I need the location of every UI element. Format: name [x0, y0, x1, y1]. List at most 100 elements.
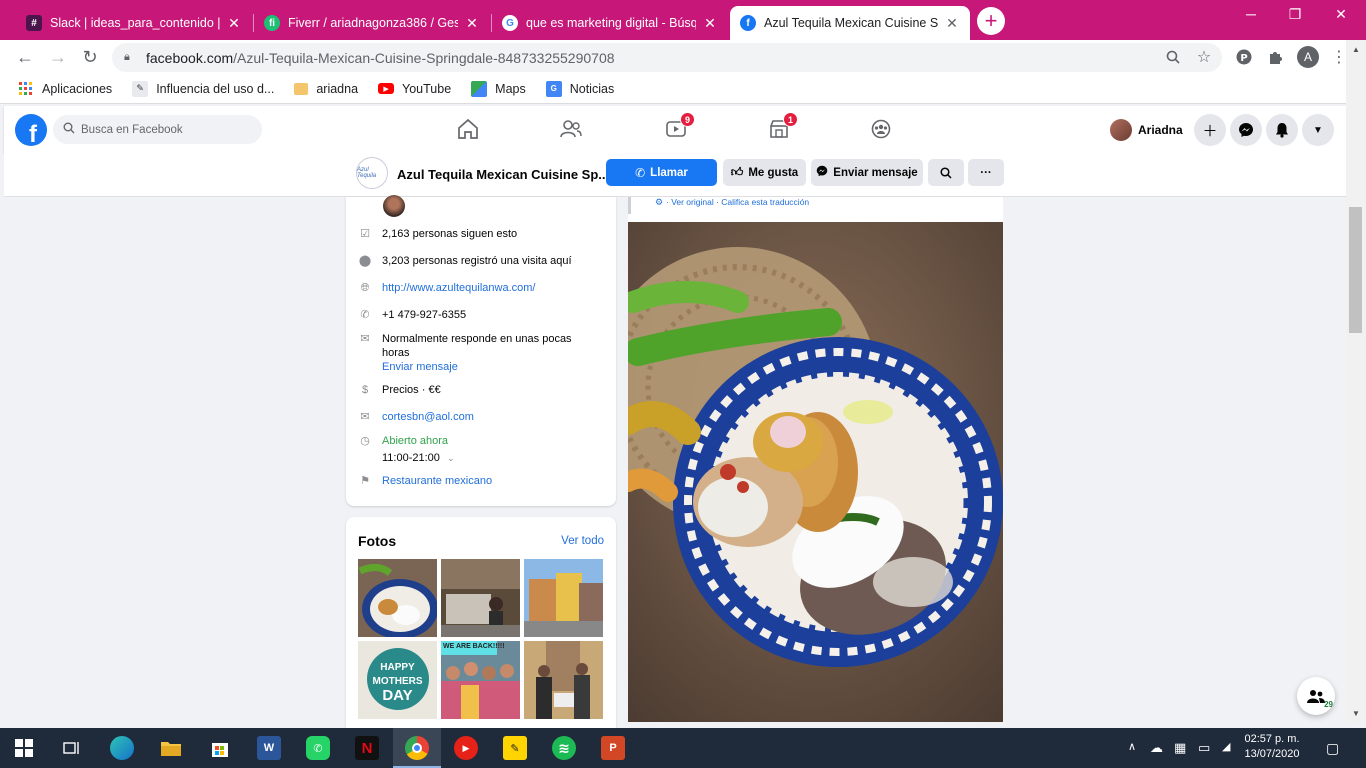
website-link[interactable]: http://www.azultequilanwa.com/	[382, 281, 535, 295]
netflix-icon[interactable]: N	[355, 736, 379, 760]
maps-icon	[471, 80, 488, 97]
wifi-icon[interactable]: ◢	[1222, 740, 1230, 753]
bookmark-label: ariadna	[316, 81, 359, 96]
page-avatar[interactable]: Azul Tequila	[356, 157, 388, 189]
close-tab-icon[interactable]: ✕	[702, 15, 718, 32]
facebook-search-input[interactable]: Busca en Facebook	[53, 115, 262, 144]
system-clock[interactable]: 02:57 p. m. 13/07/2020	[1232, 732, 1312, 762]
bookmark-noticias[interactable]: G Noticias	[545, 80, 615, 97]
photo-thumbnail[interactable]	[358, 559, 437, 637]
profile-avatar[interactable]: A	[1297, 46, 1319, 68]
google-icon: G	[502, 15, 518, 31]
powerpoint-icon[interactable]: P	[601, 736, 625, 760]
hours-dropdown[interactable]: 11:00-21:00 ⌄	[382, 451, 455, 465]
bookmark-ariadna[interactable]: ariadna	[294, 82, 358, 96]
friends-icon[interactable]	[556, 116, 586, 142]
edge-icon[interactable]	[110, 736, 134, 760]
chrome-icon[interactable]	[405, 736, 429, 760]
email-link[interactable]: cortesbn@aol.com	[382, 410, 474, 424]
clock-time: 02:57 p. m.	[1244, 733, 1300, 745]
url-host: facebook.com	[146, 49, 234, 66]
website-row: 🌐︎ http://www.azultequilanwa.com/	[358, 281, 536, 295]
photo-thumbnail[interactable]	[524, 559, 603, 637]
close-tab-icon[interactable]: ✕	[226, 15, 242, 32]
network-icon[interactable]: ▦	[1174, 740, 1186, 756]
bookmark-influencia[interactable]: ✎ Influencia del uso d...	[132, 80, 274, 97]
watch-icon[interactable]: 9	[661, 112, 695, 142]
tray-chevron-up-icon[interactable]: ∧	[1128, 740, 1136, 753]
user-profile-chip[interactable]: Ariadna	[1110, 116, 1183, 144]
store-icon[interactable]	[208, 736, 232, 760]
bookmark-apps[interactable]: Aplicaciones	[18, 81, 112, 97]
photo-thumbnail[interactable]	[524, 641, 603, 719]
scroll-thumb[interactable]	[1349, 207, 1362, 333]
whatsapp-icon[interactable]: ✆	[306, 736, 330, 760]
back-arrow-icon[interactable]: ←	[13, 45, 37, 69]
windows-start-icon[interactable]	[12, 736, 36, 760]
messenger-icon[interactable]	[1230, 114, 1262, 146]
word-icon[interactable]: W	[257, 736, 281, 760]
create-plus-icon[interactable]: ＋	[1194, 114, 1226, 146]
contacts-button[interactable]: 29	[1297, 677, 1335, 715]
home-icon[interactable]	[453, 116, 483, 142]
tab-fiverr[interactable]: fi Fiverr / ariadnagonza386 / Gestió ✕	[254, 6, 490, 40]
bookmark-youtube[interactable]: ▶ YouTube	[378, 82, 451, 96]
photo-caption: WE ARE BACK!!!!!	[443, 643, 505, 650]
send-message-button[interactable]: Enviar mensaje	[811, 159, 923, 186]
fiverr-icon: fi	[264, 15, 280, 31]
task-view-icon[interactable]	[60, 736, 84, 760]
sticky-notes-icon[interactable]: ✎	[503, 736, 527, 760]
reload-icon[interactable]: ↻	[78, 45, 102, 69]
forward-arrow-icon[interactable]: →	[46, 45, 70, 69]
notification-center-icon[interactable]: ▢	[1326, 740, 1339, 757]
extensions-puzzle-icon[interactable]	[1265, 46, 1287, 68]
like-button[interactable]: 👍︎ Me gusta	[723, 159, 806, 186]
youtube-music-icon[interactable]: ▶	[454, 736, 478, 760]
new-tab-button[interactable]: +	[977, 7, 1005, 35]
notifications-bell-icon[interactable]	[1266, 114, 1298, 146]
bookmark-maps[interactable]: Maps	[471, 80, 526, 97]
apps-grid-icon	[18, 81, 34, 97]
close-tab-icon[interactable]: ✕	[464, 15, 480, 32]
price-row: $ Precios · €€	[358, 383, 441, 397]
dollar-icon: $	[361, 384, 369, 396]
pinterest-icon[interactable]: P	[1233, 46, 1255, 68]
scroll-down-arrow-icon[interactable]: ▼	[1346, 706, 1366, 720]
tab-slack[interactable]: # Slack | ideas_para_contenido | Cie ✕	[16, 6, 252, 40]
call-button[interactable]: ✆ Llamar	[606, 159, 717, 186]
photo-thumbnail[interactable]	[441, 559, 520, 637]
onedrive-cloud-icon[interactable]: ☁	[1150, 740, 1163, 756]
photo-thumbnail[interactable]: HAPPY MOTHERS DAY	[358, 641, 437, 719]
more-options-button[interactable]: ···	[968, 159, 1004, 186]
scroll-up-arrow-icon[interactable]: ▲	[1346, 42, 1366, 56]
address-bar[interactable]: 🔒︎ facebook.com/Azul-Tequila-Mexican-Cui…	[112, 43, 1222, 72]
bookmark-star-icon[interactable]: ☆	[1193, 46, 1215, 68]
send-message-link[interactable]: Enviar mensaje	[382, 360, 572, 374]
phone-icon: ✆	[360, 309, 370, 321]
page-search-button[interactable]	[928, 159, 964, 186]
see-all-photos-link[interactable]: Ver todo	[561, 535, 604, 547]
translation-links[interactable]: · Ver original · Califica esta traducció…	[666, 197, 809, 207]
spotify-icon[interactable]: ≋	[552, 736, 576, 760]
photo-thumbnail[interactable]: WE ARE BACK!!!!!	[441, 641, 520, 719]
category-link[interactable]: Restaurante mexicano	[382, 474, 492, 488]
page-title[interactable]: Azul Tequila Mexican Cuisine Sp...	[397, 167, 609, 182]
file-explorer-icon[interactable]	[159, 736, 183, 760]
battery-icon[interactable]: ▭	[1198, 740, 1210, 756]
page-scrollbar[interactable]: ▲ ▼	[1346, 40, 1366, 722]
zoom-icon[interactable]	[1162, 46, 1184, 68]
close-tab-icon[interactable]: ✕	[944, 15, 960, 32]
account-menu-chevron-icon[interactable]: ▼	[1302, 114, 1334, 146]
avatar	[1110, 119, 1132, 141]
tab-facebook[interactable]: f Azul Tequila Mexican Cuisine Spr ✕	[730, 6, 970, 40]
tab-google-search[interactable]: G que es marketing digital - Búsque ✕	[492, 6, 728, 40]
post-photo[interactable]	[628, 222, 1003, 722]
marketplace-icon[interactable]: 1	[764, 112, 798, 142]
bookmark-label: Noticias	[569, 81, 615, 96]
minimize-icon[interactable]: ─	[1228, 4, 1274, 24]
close-window-icon[interactable]: ✕	[1318, 4, 1364, 24]
page-icon: ✎	[132, 80, 149, 97]
restore-icon[interactable]: ❐	[1272, 4, 1318, 24]
facebook-logo-icon[interactable]: f	[15, 114, 47, 146]
groups-icon[interactable]	[866, 116, 896, 142]
